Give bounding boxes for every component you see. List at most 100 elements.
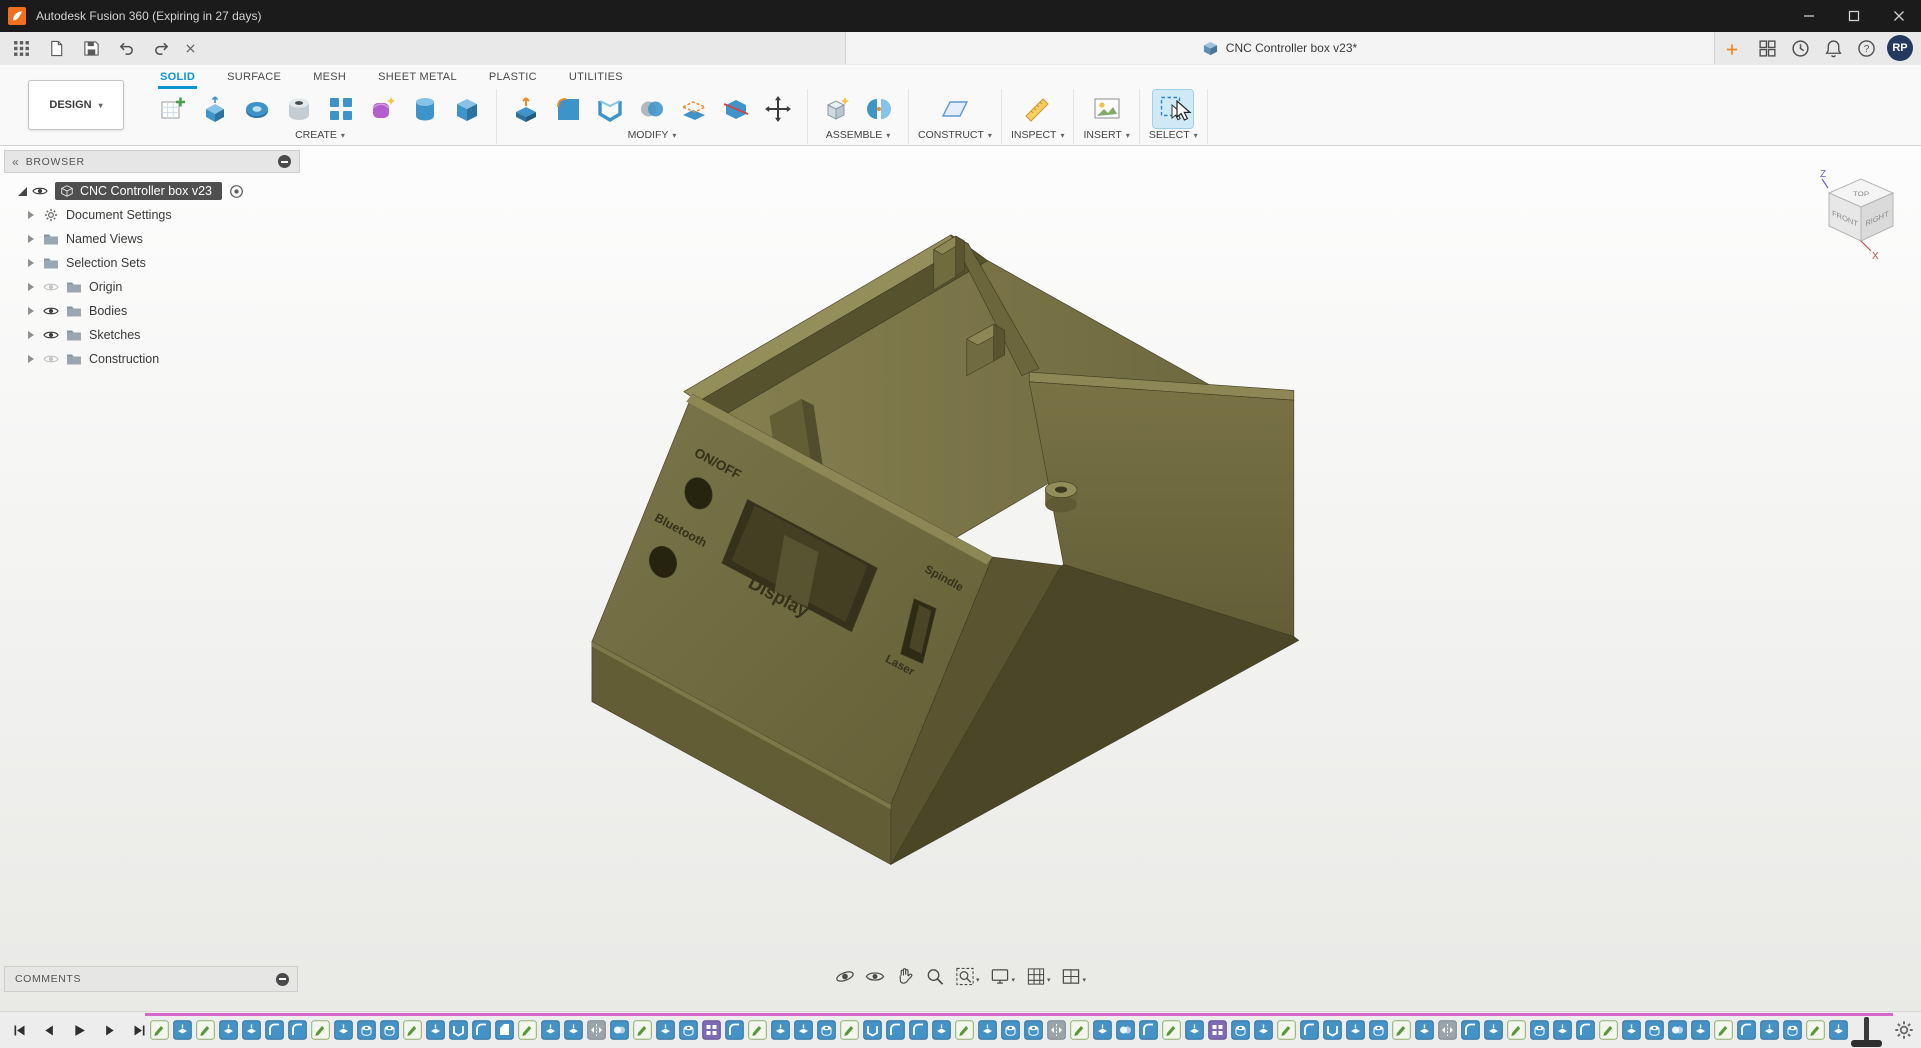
browser-item-root[interactable]: CNC Controller box v23 (4, 179, 300, 203)
help-button[interactable]: ? (1854, 36, 1878, 60)
press-pull-button[interactable] (506, 90, 546, 128)
timeline-feature-extrude[interactable] (334, 1019, 353, 1041)
shell-button[interactable] (590, 90, 630, 128)
eye-on-icon[interactable] (43, 304, 59, 318)
timeline-feature-sketch[interactable] (1070, 1019, 1089, 1041)
orbit-button[interactable] (832, 964, 857, 989)
timeline-feature-fillet[interactable] (1139, 1019, 1158, 1041)
timeline-feature-extrude[interactable] (771, 1019, 790, 1041)
dropdown-caret-icon[interactable]: ▾ (1194, 131, 1198, 140)
timeline-feature-sketch[interactable] (311, 1019, 330, 1041)
timeline-feature-hole[interactable] (1645, 1019, 1664, 1041)
box-primitive-button[interactable] (447, 90, 487, 128)
timeline-feature-sketch[interactable] (1392, 1019, 1411, 1041)
timeline-feature-combine[interactable] (1116, 1019, 1135, 1041)
timeline-feature-sketch[interactable] (1714, 1019, 1733, 1041)
timeline-feature-sketch[interactable] (1162, 1019, 1181, 1041)
timeline-feature-fillet[interactable] (1576, 1019, 1595, 1041)
save-button[interactable] (78, 35, 105, 61)
document-tab[interactable]: CNC Controller box v23* (845, 32, 1715, 64)
dropdown-caret-icon[interactable]: ▾ (341, 131, 345, 140)
timeline-feature-fillet[interactable] (1461, 1019, 1480, 1041)
group-label-create[interactable]: CREATE (295, 129, 337, 141)
timeline-feature-extrude[interactable] (656, 1019, 675, 1041)
tab-solid[interactable]: SOLID (158, 71, 198, 89)
timeline-feature-extrude[interactable] (1760, 1019, 1779, 1041)
split-body-button[interactable] (716, 90, 756, 128)
maximize-button[interactable] (1831, 0, 1876, 32)
timeline-feature-fillet[interactable] (288, 1019, 307, 1041)
timeline-feature-sketch[interactable] (518, 1019, 537, 1041)
timeline-feature-hole[interactable] (380, 1019, 399, 1041)
eye-on-icon[interactable] (43, 328, 59, 342)
timeline-feature-extrude[interactable] (1415, 1019, 1434, 1041)
timeline-feature-sketch[interactable] (840, 1019, 859, 1041)
timeline-feature-extrude[interactable] (1829, 1019, 1848, 1041)
dropdown-caret-icon[interactable]: ▾ (1060, 131, 1064, 140)
pan-button[interactable] (892, 964, 917, 989)
browser-item-document-settings[interactable]: Document Settings (4, 203, 300, 227)
browser-item-selection-sets[interactable]: Selection Sets (4, 251, 300, 275)
timeline-marker-handle[interactable] (1851, 1040, 1882, 1047)
timeline-feature-sketch[interactable] (748, 1019, 767, 1041)
viewcube-face-top[interactable]: TOP (1853, 192, 1870, 198)
hole-button[interactable] (279, 90, 319, 128)
offset-face-button[interactable] (674, 90, 714, 128)
timeline-feature-fillet[interactable] (886, 1019, 905, 1041)
skip-end-button[interactable] (128, 1019, 150, 1041)
timeline-feature-fillet[interactable] (265, 1019, 284, 1041)
tab-surface[interactable]: SURFACE (225, 71, 283, 89)
measure-button[interactable] (1018, 90, 1058, 128)
timeline-feature-sketch[interactable] (403, 1019, 422, 1041)
minimize-button[interactable] (1786, 0, 1831, 32)
timeline-feature-sketch[interactable] (1599, 1019, 1618, 1041)
construction-plane-button[interactable] (935, 90, 975, 128)
browser-item-construction[interactable]: Construction (4, 347, 300, 371)
tab-utilities[interactable]: UTILITIES (567, 71, 625, 89)
timeline-feature-combine[interactable] (610, 1019, 629, 1041)
joint-button[interactable] (859, 90, 899, 128)
dropdown-caret-icon[interactable]: ▾ (988, 131, 992, 140)
timeline-feature-extrude[interactable] (978, 1019, 997, 1041)
timeline-feature-fillet[interactable] (725, 1019, 744, 1041)
timeline-feature-mirror[interactable] (587, 1019, 606, 1041)
timeline-feature-extrude[interactable] (1254, 1019, 1273, 1041)
browser-item-named-views[interactable]: Named Views (4, 227, 300, 251)
select-tool-button[interactable] (1152, 89, 1195, 129)
timeline-feature-sketch[interactable] (1277, 1019, 1296, 1041)
timeline-feature-hole[interactable] (679, 1019, 698, 1041)
tab-sheet-metal[interactable]: SHEET METAL (376, 71, 459, 89)
move-copy-button[interactable] (758, 90, 798, 128)
display-settings-button[interactable]: ▾ (987, 964, 1018, 989)
timeline-feature-hole[interactable] (1783, 1019, 1802, 1041)
eye-icon[interactable] (32, 184, 48, 198)
timeline-feature-fillet[interactable] (1737, 1019, 1756, 1041)
timeline-feature-hole[interactable] (1369, 1019, 1388, 1041)
comments-bar[interactable]: COMMENTS (4, 966, 298, 992)
create-sketch-button[interactable] (153, 90, 193, 128)
timeline-feature-fillet[interactable] (909, 1019, 928, 1041)
browser-item-origin[interactable]: Origin (4, 275, 300, 299)
revolve-button[interactable] (237, 90, 277, 128)
timeline-feature-extrude[interactable] (932, 1019, 951, 1041)
fit-button[interactable]: ▾ (952, 964, 983, 989)
timeline-settings-gear-icon[interactable] (1894, 1020, 1914, 1040)
timeline-feature-hole[interactable] (1231, 1019, 1250, 1041)
timeline-feature-pattern[interactable] (1208, 1019, 1227, 1041)
root-component[interactable]: CNC Controller box v23 (55, 182, 222, 200)
dropdown-caret-icon[interactable]: ▾ (672, 131, 676, 140)
create-form-button[interactable] (363, 90, 403, 128)
avatar[interactable]: RP (1887, 35, 1913, 61)
model-3d[interactable]: ON/OFF Bluetooth Display Spindle Laser (576, 209, 1311, 883)
timeline-feature-extrude[interactable] (1093, 1019, 1112, 1041)
viewport-canvas[interactable]: ON/OFF Bluetooth Display Spindle Laser Z… (0, 146, 1921, 1012)
timeline-feature-shell[interactable] (449, 1019, 468, 1041)
timeline-feature-chamfer[interactable] (495, 1019, 514, 1041)
timeline-feature-extrude[interactable] (426, 1019, 445, 1041)
timeline-feature-hole[interactable] (817, 1019, 836, 1041)
timeline-feature-extrude[interactable] (1622, 1019, 1641, 1041)
play-button[interactable] (68, 1019, 90, 1041)
timeline-feature-sketch[interactable] (150, 1019, 169, 1041)
eye-off-icon[interactable] (43, 280, 59, 294)
timeline-feature-extrude[interactable] (1185, 1019, 1204, 1041)
